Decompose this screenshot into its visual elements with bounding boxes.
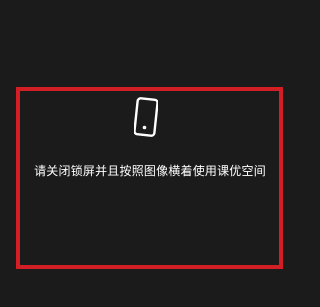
- rotation-instruction-text: 请关闭锁屏并且按照图像横着使用课优空间: [34, 164, 266, 178]
- phone-portrait-icon: [134, 97, 158, 137]
- rotation-lock-screen: 请关闭锁屏并且按照图像横着使用课优空间: [0, 0, 300, 307]
